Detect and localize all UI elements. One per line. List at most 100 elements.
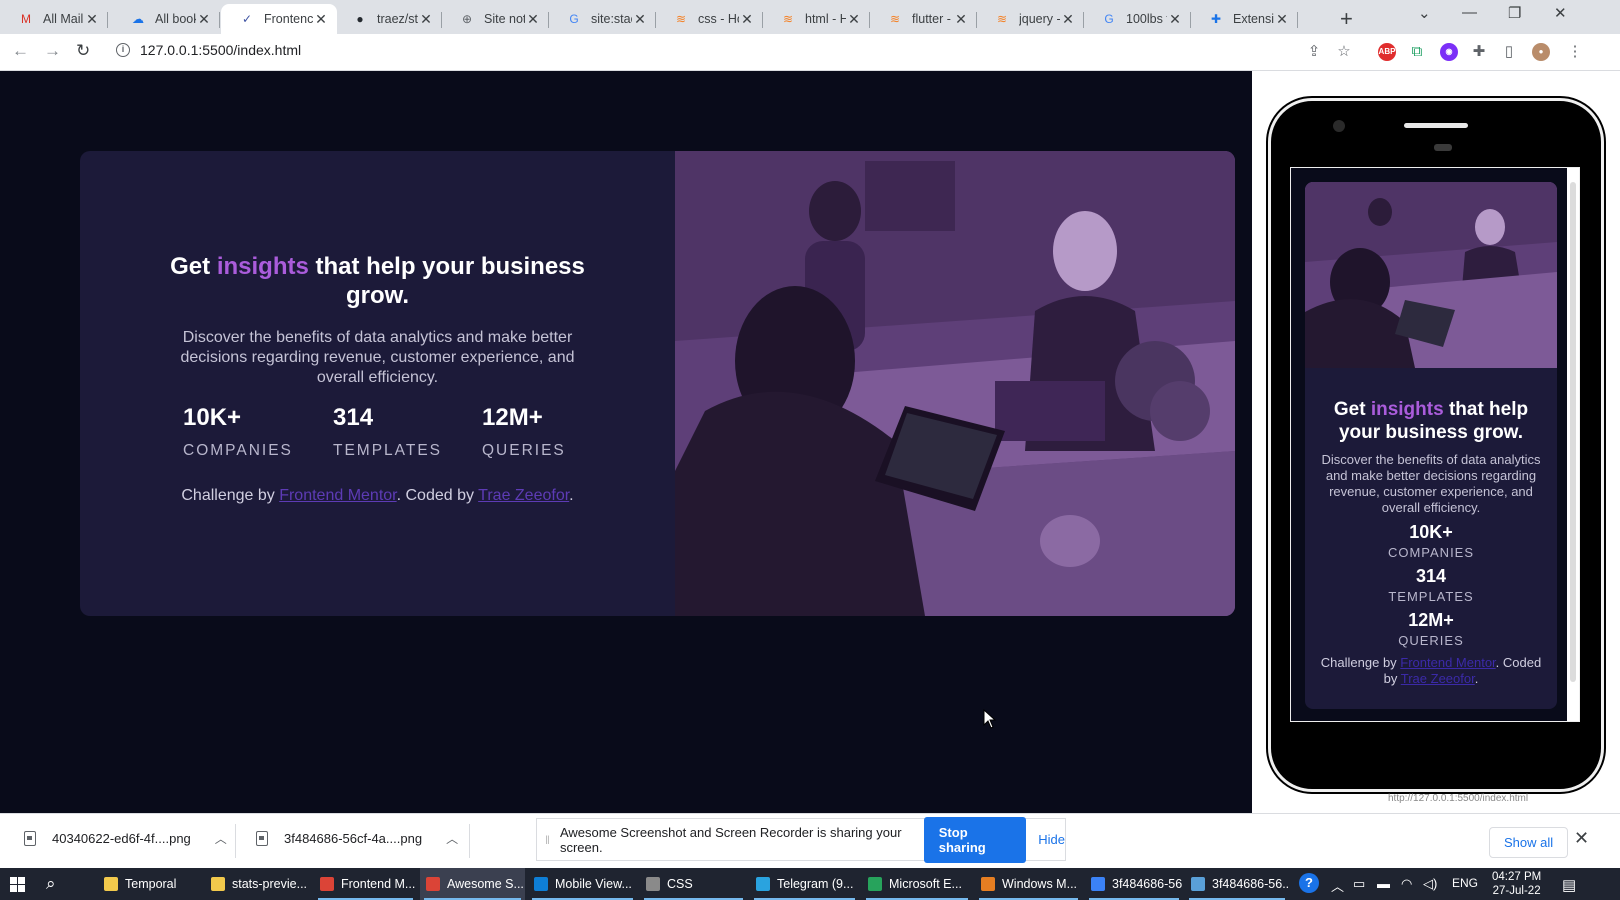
clock[interactable]: 04:27 PM 27-Jul-22 (1492, 870, 1541, 898)
hide-button[interactable]: Hide (1038, 832, 1065, 847)
volume-icon[interactable]: ◁) (1423, 876, 1437, 892)
address-bar[interactable]: i 127.0.0.1:5500/index.html (116, 42, 301, 58)
frontend-mentor-link[interactable]: Frontend Mentor (279, 487, 396, 504)
mobile-stat-queries: 12M+ QUERIES (1305, 610, 1557, 648)
close-tab-icon[interactable]: ✕ (1060, 11, 1076, 28)
close-tab-icon[interactable]: ✕ (525, 11, 541, 28)
taskbar-app-button[interactable]: 3f484686-56... (1085, 868, 1183, 900)
browser-tab[interactable]: G 100lbs to✕ (1083, 4, 1191, 34)
minimize-icon[interactable]: — (1462, 4, 1477, 21)
meet-icon[interactable]: ▭ (1353, 876, 1365, 892)
close-window-icon[interactable]: ✕ (1554, 4, 1567, 22)
mobile-frontend-mentor-link[interactable]: Frontend Mentor (1400, 655, 1495, 670)
close-tab-icon[interactable]: ✕ (1167, 11, 1183, 28)
browser-tab[interactable]: ≋ css - Ho✕ (655, 4, 763, 34)
back-icon[interactable]: ← (12, 41, 29, 61)
phone-scrollbar[interactable] (1567, 168, 1579, 721)
close-tab-icon[interactable]: ✕ (196, 11, 212, 28)
tab-title: Frontenc (264, 12, 313, 26)
taskbar-app-label: Microsoft E... (889, 877, 962, 891)
new-tab-button[interactable]: + (1340, 6, 1353, 32)
headline-end: that help your business grow. (308, 253, 585, 309)
scrollbar-thumb[interactable] (1570, 182, 1576, 682)
extensions-puzzle-icon[interactable]: ✚ (1470, 43, 1488, 61)
chevron-up-icon[interactable]: ︿ (1331, 876, 1344, 895)
battery-icon[interactable]: ▬ (1377, 876, 1390, 891)
close-tab-icon[interactable]: ✕ (846, 11, 862, 28)
wifi-icon[interactable]: ◠ (1401, 876, 1412, 892)
stop-sharing-button[interactable]: Stop sharing (923, 816, 1027, 863)
language-indicator[interactable]: ENG (1452, 876, 1478, 890)
stat-value: 314 (333, 404, 374, 431)
browser-tab[interactable]: ✚ Extensio✕ (1190, 4, 1298, 34)
close-tab-icon[interactable]: ✕ (418, 11, 434, 28)
browser-tab[interactable]: ≋ flutter - ✕ (869, 4, 977, 34)
taskbar-app-button[interactable]: Awesome S... (420, 868, 525, 900)
close-tab-icon[interactable]: ✕ (1274, 11, 1290, 28)
browser-tab[interactable]: ☁ All book ✕ (112, 4, 220, 34)
close-tab-icon[interactable]: ✕ (739, 11, 755, 28)
mouse-cursor-icon (983, 709, 997, 729)
mobile-headline: Get insights that help your business gro… (1319, 398, 1543, 444)
taskbar-app-button[interactable]: CSS (640, 868, 747, 900)
windows-start-icon[interactable] (10, 877, 26, 893)
browser-tab[interactable]: Gsite:stack✕ (548, 4, 656, 34)
browser-tab[interactable]: ≋ html - H ✕ (762, 4, 870, 34)
close-tab-icon[interactable]: ✕ (632, 11, 648, 28)
chevron-up-icon[interactable]: ︿ (215, 830, 227, 847)
taskbar-app-button[interactable]: Mobile View... (528, 868, 637, 900)
clock-date: 27-Jul-22 (1492, 885, 1541, 897)
profile-avatar[interactable]: ● (1532, 43, 1550, 61)
taskbar-app-button[interactable]: stats-previe... (205, 868, 311, 900)
browser-tab[interactable]: ✓ Frontenc ✕ (221, 4, 337, 34)
show-all-button[interactable]: Show all (1489, 827, 1569, 858)
close-tab-icon[interactable]: ✕ (84, 11, 100, 28)
browser-tab[interactable]: ≋ jquery - ✕ (976, 4, 1084, 34)
tab-search-icon[interactable]: ⌄ (1418, 4, 1431, 22)
taskbar-app-button[interactable]: Temporal (98, 868, 202, 900)
puzzle-icon: ✚ (1210, 12, 1222, 26)
chevron-up-icon[interactable]: ︿ (446, 830, 458, 847)
stat-label: TEMPLATES (333, 442, 443, 459)
reload-icon[interactable]: ↻ (76, 41, 90, 61)
restore-icon[interactable]: ❐ (1508, 4, 1521, 22)
search-icon[interactable]: ⌕ (46, 874, 56, 894)
taskbar-app-button[interactable]: Microsoft E... (862, 868, 972, 900)
mobile-headline-start: Get (1333, 399, 1371, 420)
download-item[interactable]: 3f484686-56cf-4a....png ︿ (256, 830, 458, 847)
stat-queries: 12M+ QUERIES (482, 404, 566, 460)
browser-tab[interactable]: M All Mail -✕ (0, 4, 108, 34)
mobile-author-link[interactable]: Trae Zeeofor (1401, 671, 1475, 686)
url-text: 127.0.0.1:5500/index.html (140, 42, 302, 58)
phone-screen[interactable]: Get insights that help your business gro… (1290, 167, 1580, 722)
taskbar-app-button[interactable]: Telegram (9... (750, 868, 859, 900)
taskbar-app-button[interactable]: Windows M... (975, 868, 1082, 900)
menu-kebab-icon[interactable]: ⋮ (1566, 43, 1584, 61)
close-tab-icon[interactable]: ✕ (953, 11, 969, 28)
stat-templates: 314 TEMPLATES (333, 404, 442, 460)
forward-icon[interactable]: → (44, 41, 61, 61)
tab-title: All Mail - (43, 12, 84, 26)
screen-recorder-extension-icon[interactable]: ◉ (1440, 43, 1458, 61)
taskbar-app-button[interactable]: Frontend M... (314, 868, 417, 900)
side-panel-icon[interactable]: ▯ (1500, 43, 1518, 61)
taskbar-app-button[interactable]: 3f484686-56... (1185, 868, 1289, 900)
drag-handle-icon[interactable]: ‖ (545, 833, 550, 847)
tab-title: jquery - (1019, 12, 1060, 26)
bookmark-star-icon[interactable]: ☆ (1335, 43, 1353, 61)
download-item[interactable]: 40340622-ed6f-4f....png ︿ (24, 830, 227, 847)
share-icon[interactable]: ⇪ (1305, 43, 1323, 61)
author-link[interactable]: Trae Zeeofor (478, 487, 569, 504)
notifications-icon[interactable]: ▤ (1562, 876, 1576, 894)
browser-tab[interactable]: ⊕ Site not ✕ (441, 4, 549, 34)
adblock-extension-icon[interactable]: ABP (1378, 43, 1396, 61)
browser-tab[interactable]: ● traez/sta✕ (334, 4, 442, 34)
stat-label: COMPANIES (183, 442, 293, 459)
close-tab-icon[interactable]: ✕ (313, 11, 329, 28)
help-icon[interactable]: ? (1299, 873, 1319, 893)
stat-value: 10K+ (183, 404, 242, 431)
translate-extension-icon[interactable]: ⧉ (1408, 43, 1426, 61)
close-download-bar-icon[interactable]: ✕ (1574, 828, 1589, 849)
clock-time: 04:27 PM (1492, 871, 1542, 883)
site-info-icon[interactable]: i (116, 43, 130, 57)
